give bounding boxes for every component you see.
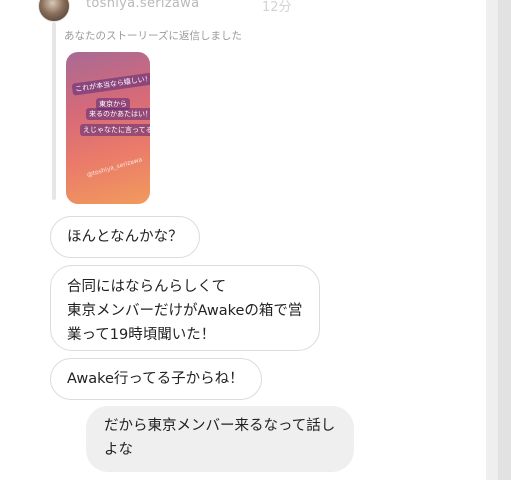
story-text-line: 来るのかあたはい！ bbox=[86, 108, 150, 120]
story-reply: あなたのストーリーズに返信しました これが本当なら嬉しい！ 東京から 来るのかあ… bbox=[52, 22, 352, 204]
thread-header: toshiya.serizawa 12分 bbox=[38, 0, 478, 22]
story-reply-label: あなたのストーリーズに返信しました bbox=[64, 30, 242, 42]
timestamp: 12分 bbox=[262, 0, 292, 15]
message-bubble[interactable]: ほんとなんかな？ bbox=[50, 216, 200, 258]
story-text-line: これが本当なら嬉しい！ bbox=[71, 72, 150, 96]
dm-thread: toshiya.serizawa 12分 あなたのストーリーズに返信しました こ… bbox=[0, 0, 511, 480]
message-bubble[interactable]: Awake行ってる子からね！ bbox=[50, 358, 262, 400]
avatar[interactable] bbox=[38, 0, 70, 22]
story-thumbnail[interactable]: これが本当なら嬉しい！ 東京から 来るのかあたはい！ えじゃなたに言ってる @t… bbox=[66, 52, 150, 204]
story-text-line: えじゃなたに言ってる bbox=[80, 124, 150, 136]
scroll-edge bbox=[498, 0, 511, 480]
my-message-bubble[interactable]: だから東京メンバー来るなって話し よな bbox=[86, 406, 354, 472]
story-handle: @toshiya_serizawa bbox=[86, 156, 144, 179]
reply-rule bbox=[52, 22, 56, 200]
message-bubble[interactable]: 合同にはならんらしくて 東京メンバーだけがAwakeの箱で営 業って19時頃聞い… bbox=[50, 265, 320, 351]
username[interactable]: toshiya.serizawa bbox=[86, 0, 199, 11]
